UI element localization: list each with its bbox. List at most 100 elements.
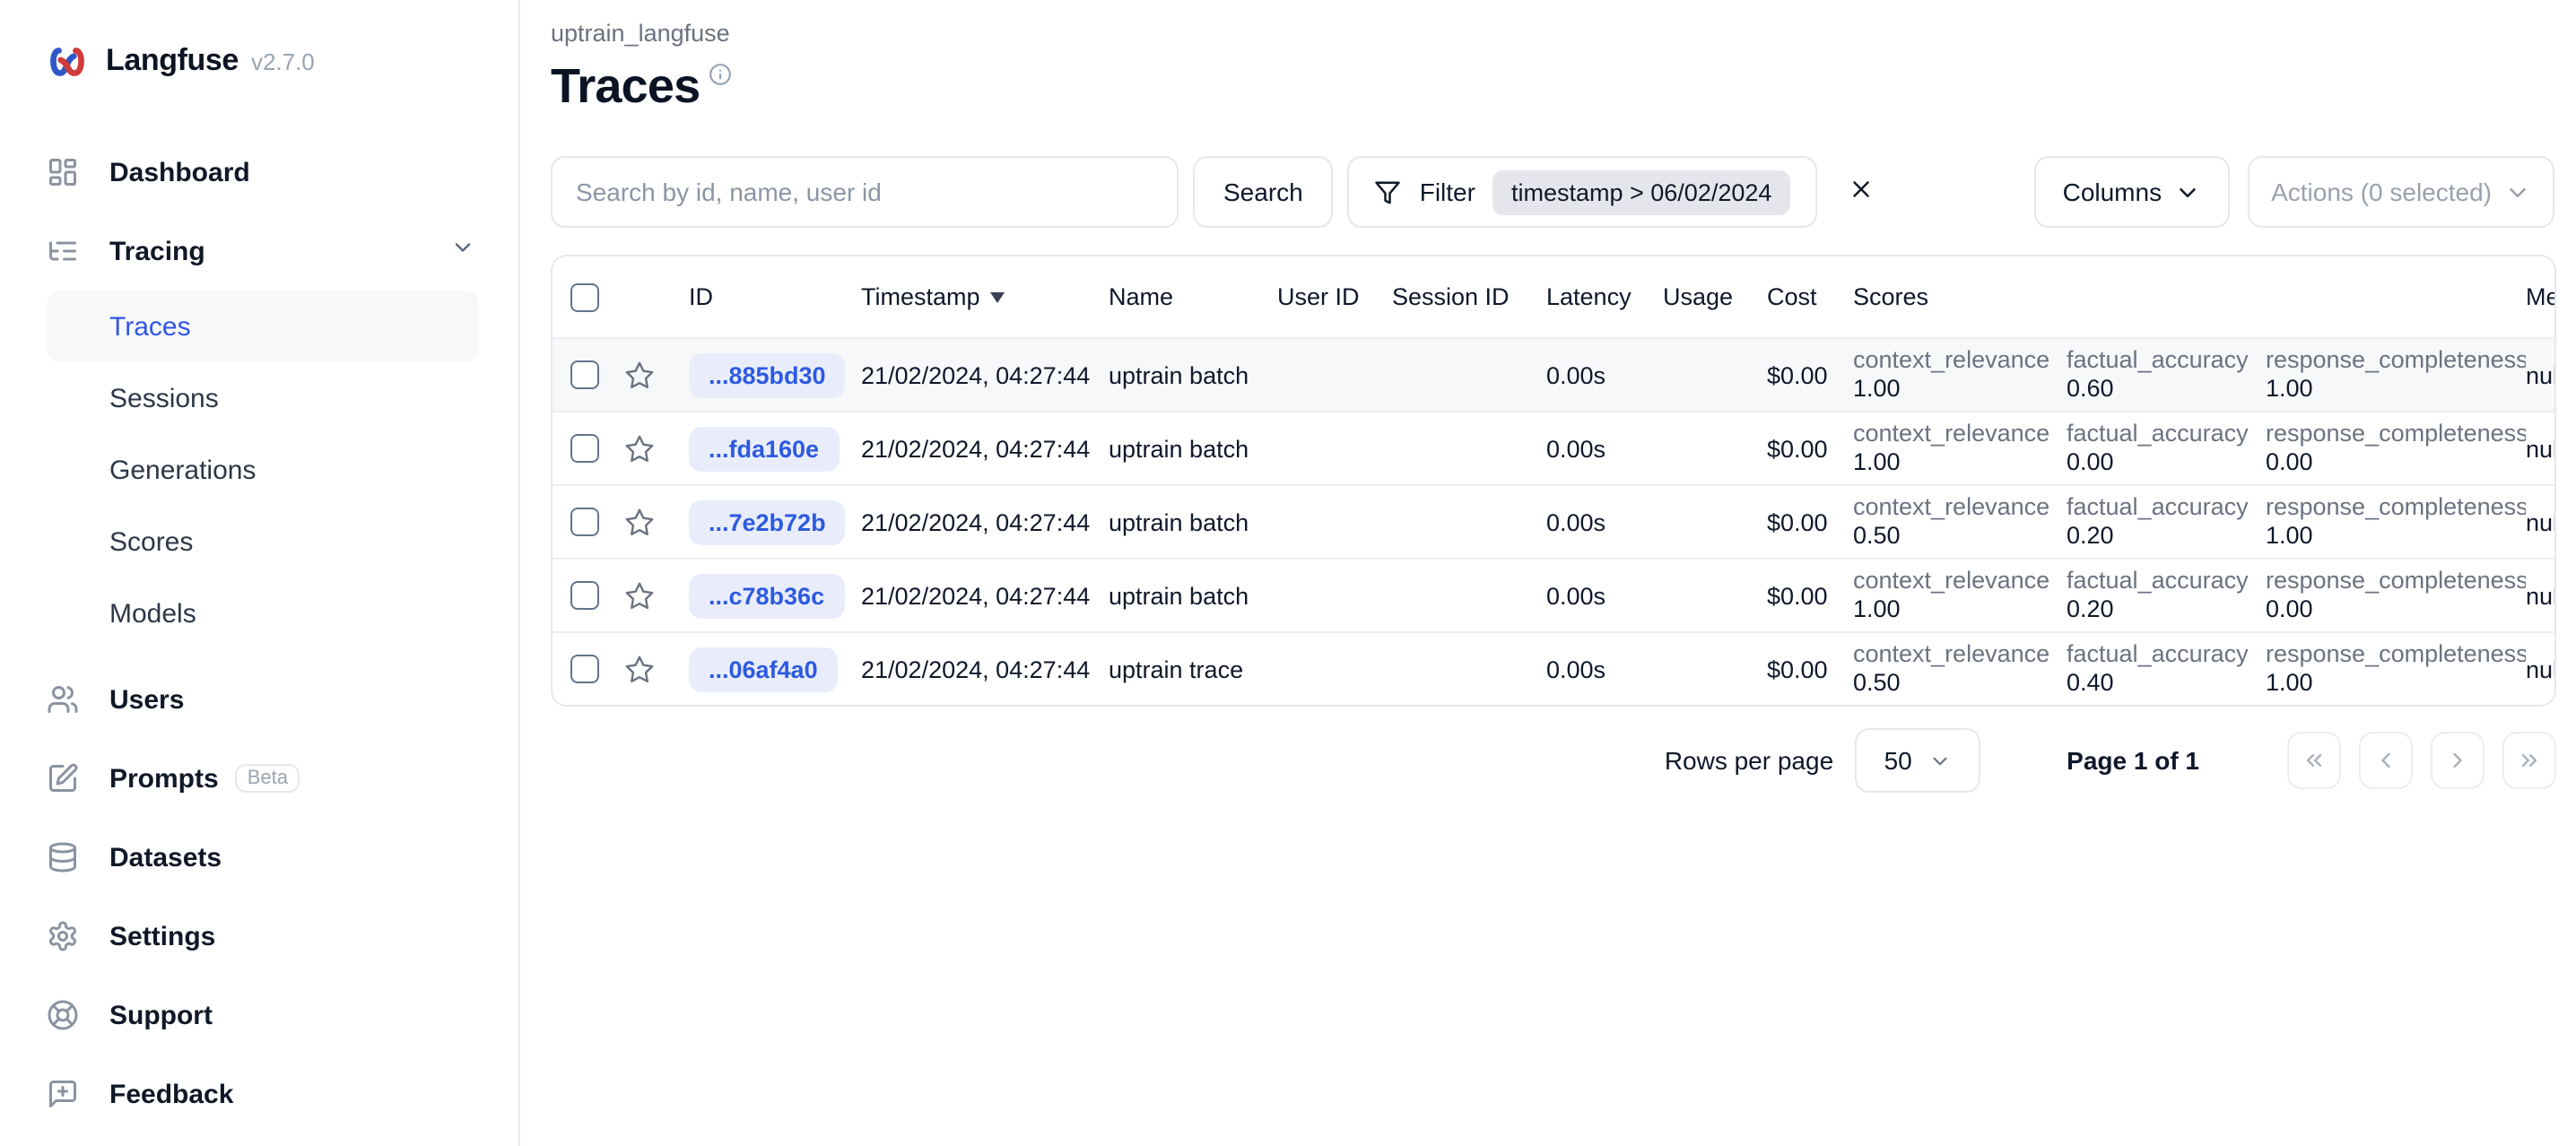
trace-cost: $0.00 [1767, 361, 1828, 388]
row-checkbox[interactable] [570, 434, 599, 463]
sidebar-item-traces[interactable]: Traces [47, 291, 479, 362]
rows-per-page-select[interactable]: 50 [1855, 728, 1981, 793]
search-button[interactable]: Search [1193, 156, 1334, 228]
trace-metadata: null [2526, 508, 2554, 535]
trace-scores: context_relevance 0.50 factual_accuracy 0.… [1853, 492, 2526, 549]
trace-cost: $0.00 [1767, 435, 1828, 462]
star-icon[interactable] [624, 433, 655, 464]
table-row[interactable]: ...7e2b72b 21/02/2024, 04:27:44 uptrain … [553, 484, 2554, 558]
chevron-down-icon [450, 235, 475, 267]
column-header-cost: Cost [1767, 283, 1817, 310]
trace-id-link[interactable]: ...06af4a0 [689, 647, 838, 691]
column-header-session-id: Session ID [1392, 283, 1510, 310]
chevrons-left-icon [2306, 754, 2322, 767]
trace-timestamp: 21/02/2024, 04:27:44 [861, 435, 1091, 462]
clear-filter-button[interactable] [1847, 170, 1874, 213]
breadcrumb[interactable]: uptrain_langfuse [551, 18, 730, 48]
trace-id-link[interactable]: ...7e2b72b [689, 499, 846, 544]
columns-button[interactable]: Columns [2033, 156, 2231, 228]
previous-page-button[interactable] [2359, 732, 2413, 789]
column-header-usage: Usage [1663, 283, 1734, 310]
sidebar-nav: Dashboard Tracing Traces Sessions Genera… [0, 133, 518, 1133]
column-header-latency: Latency [1546, 283, 1632, 310]
select-all-checkbox[interactable] [570, 282, 599, 311]
sidebar-item-settings[interactable]: Settings [47, 897, 479, 976]
sidebar-item-support[interactable]: Support [47, 976, 479, 1055]
table-header-row: ID Timestamp Name User ID Session ID Lat… [553, 256, 2554, 337]
rows-per-page-label: Rows per page [1664, 746, 1834, 775]
info-icon[interactable] [709, 63, 732, 113]
column-header-scores: Scores [1853, 283, 1929, 310]
table-row[interactable]: ...c78b36c 21/02/2024, 04:27:44 uptrain … [553, 558, 2554, 631]
trace-id-link[interactable]: ...885bd30 [689, 352, 846, 397]
star-icon[interactable] [624, 654, 655, 684]
langfuse-app: Langfuse v2.7.0 Dashboard Tracing Traces… [0, 0, 2576, 1146]
filter-button[interactable]: Filter timestamp > 06/02/2024 [1347, 156, 1817, 228]
message-square-plus-icon [49, 1081, 76, 1107]
sidebar: Langfuse v2.7.0 Dashboard Tracing Traces… [0, 0, 520, 1146]
search-input[interactable] [551, 156, 1179, 228]
sidebar-item-sessions[interactable]: Sessions [47, 362, 479, 434]
trace-latency: 0.00s [1546, 435, 1606, 462]
page-title: Traces [551, 59, 701, 113]
brand-version: v2.7.0 [250, 48, 315, 74]
star-icon[interactable] [624, 580, 655, 611]
pen-square-icon [49, 763, 78, 792]
gear-icon [49, 921, 76, 951]
column-header-user-id: User ID [1277, 283, 1360, 310]
trace-scores: context_relevance 1.00 factual_accuracy 0.… [1853, 419, 2526, 475]
trace-id-link[interactable]: ...fda160e [689, 426, 840, 471]
sidebar-item-label: Users [109, 684, 185, 715]
first-page-button[interactable] [2287, 732, 2341, 789]
sidebar-item-label: Support [109, 1000, 213, 1030]
sidebar-item-feedback[interactable]: Feedback [47, 1055, 479, 1133]
traces-table: ID Timestamp Name User ID Session ID Lat… [551, 255, 2556, 707]
trace-id-link[interactable]: ...c78b36c [689, 573, 845, 618]
star-icon[interactable] [624, 507, 655, 537]
trace-scores: context_relevance 1.00 factual_accuracy 0.… [1853, 566, 2526, 622]
main-content: uptrain_langfuse Traces Search Filter ti… [520, 0, 2576, 1146]
row-checkbox[interactable] [570, 581, 599, 610]
filter-chip[interactable]: timestamp > 06/02/2024 [1493, 169, 1790, 214]
trace-timestamp: 21/02/2024, 04:27:44 [861, 582, 1091, 609]
life-buoy-icon [48, 1000, 78, 1030]
sidebar-item-label: Dashboard [109, 157, 250, 187]
column-header-timestamp[interactable]: Timestamp [854, 283, 1109, 310]
sidebar-item-prompts[interactable]: Prompts Beta [47, 739, 479, 818]
sidebar-item-scores[interactable]: Scores [47, 506, 479, 577]
trace-latency: 0.00s [1546, 361, 1606, 388]
funnel-icon [1375, 180, 1401, 204]
chevrons-right-icon [2521, 754, 2537, 767]
column-header-name: Name [1109, 283, 1174, 310]
star-icon[interactable] [624, 360, 655, 390]
trace-name: uptrain batch [1109, 582, 1249, 609]
sidebar-item-dashboard[interactable]: Dashboard [47, 133, 479, 212]
sidebar-item-label: Feedback [109, 1079, 234, 1109]
sidebar-item-label: Settings [109, 921, 216, 951]
table-row[interactable]: ...06af4a0 21/02/2024, 04:27:44 uptrain … [553, 631, 2554, 705]
close-icon [1852, 181, 1869, 197]
table-row[interactable]: ...fda160e 21/02/2024, 04:27:44 uptrain … [553, 411, 2554, 484]
row-checkbox[interactable] [570, 655, 599, 683]
sidebar-item-models[interactable]: Models [47, 577, 479, 649]
filter-label: Filter [1419, 178, 1475, 206]
sidebar-item-tracing[interactable]: Tracing [47, 212, 479, 291]
beta-badge: Beta [234, 764, 300, 793]
sidebar-item-generations[interactable]: Generations [47, 434, 479, 506]
sidebar-item-label: Datasets [109, 842, 222, 873]
toolbar: Search Filter timestamp > 06/02/2024 Col… [551, 156, 2554, 228]
trace-name: uptrain batch [1109, 435, 1249, 462]
langfuse-logo-icon [50, 47, 84, 75]
next-page-button[interactable] [2431, 732, 2485, 789]
last-page-button[interactable] [2502, 732, 2556, 789]
trace-metadata: null [2526, 361, 2554, 388]
table-row[interactable]: ...885bd30 21/02/2024, 04:27:44 uptrain … [553, 337, 2554, 411]
sidebar-item-datasets[interactable]: Datasets [47, 818, 479, 897]
row-checkbox[interactable] [570, 508, 599, 536]
sidebar-item-label: Prompts [109, 763, 219, 794]
pagination-bar: Rows per page 50 Page 1 of 1 [551, 728, 2556, 793]
actions-button[interactable]: Actions (0 selected) [2248, 156, 2554, 228]
brand[interactable]: Langfuse v2.7.0 [47, 39, 479, 82]
row-checkbox[interactable] [570, 360, 599, 389]
sidebar-item-users[interactable]: Users [47, 660, 479, 739]
